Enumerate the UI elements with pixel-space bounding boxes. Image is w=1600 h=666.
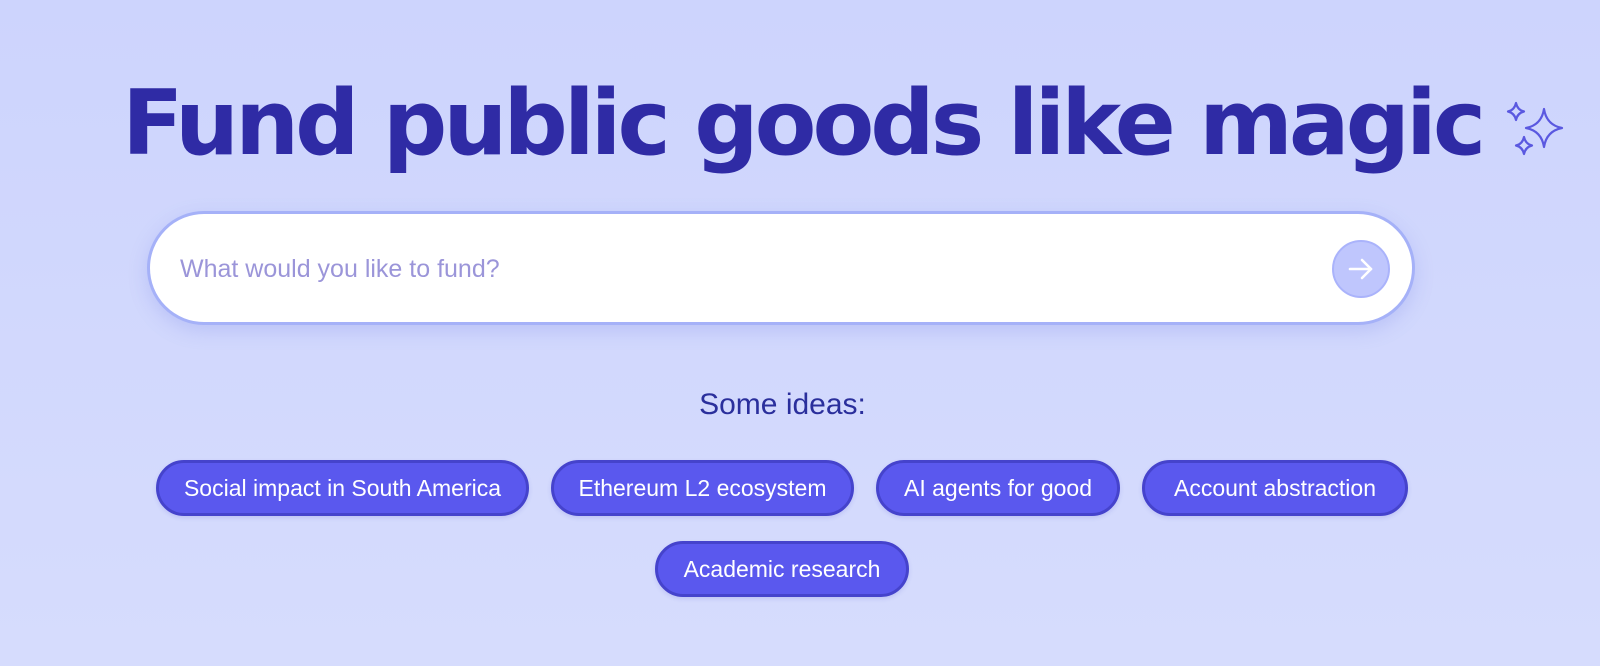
submit-button[interactable] [1332, 240, 1390, 298]
page-title: Fund public goods like magic [122, 71, 1486, 176]
arrow-right-icon [1348, 258, 1373, 280]
sparkles-icon [1502, 99, 1568, 161]
hero-title-row: Fund public goods like magic [122, 74, 1568, 174]
idea-chip-academic-research[interactable]: Academic research [655, 541, 909, 597]
ideas-label: Some ideas: [699, 388, 866, 421]
idea-chip-social-impact[interactable]: Social impact in South America [156, 460, 529, 516]
idea-chip-account-abstraction[interactable]: Account abstraction [1142, 460, 1408, 516]
search-box [147, 211, 1415, 325]
search-input[interactable] [178, 244, 1262, 294]
idea-chip-ai-agents[interactable]: AI agents for good [876, 460, 1120, 516]
idea-chip-ethereum-l2[interactable]: Ethereum L2 ecosystem [551, 460, 854, 516]
